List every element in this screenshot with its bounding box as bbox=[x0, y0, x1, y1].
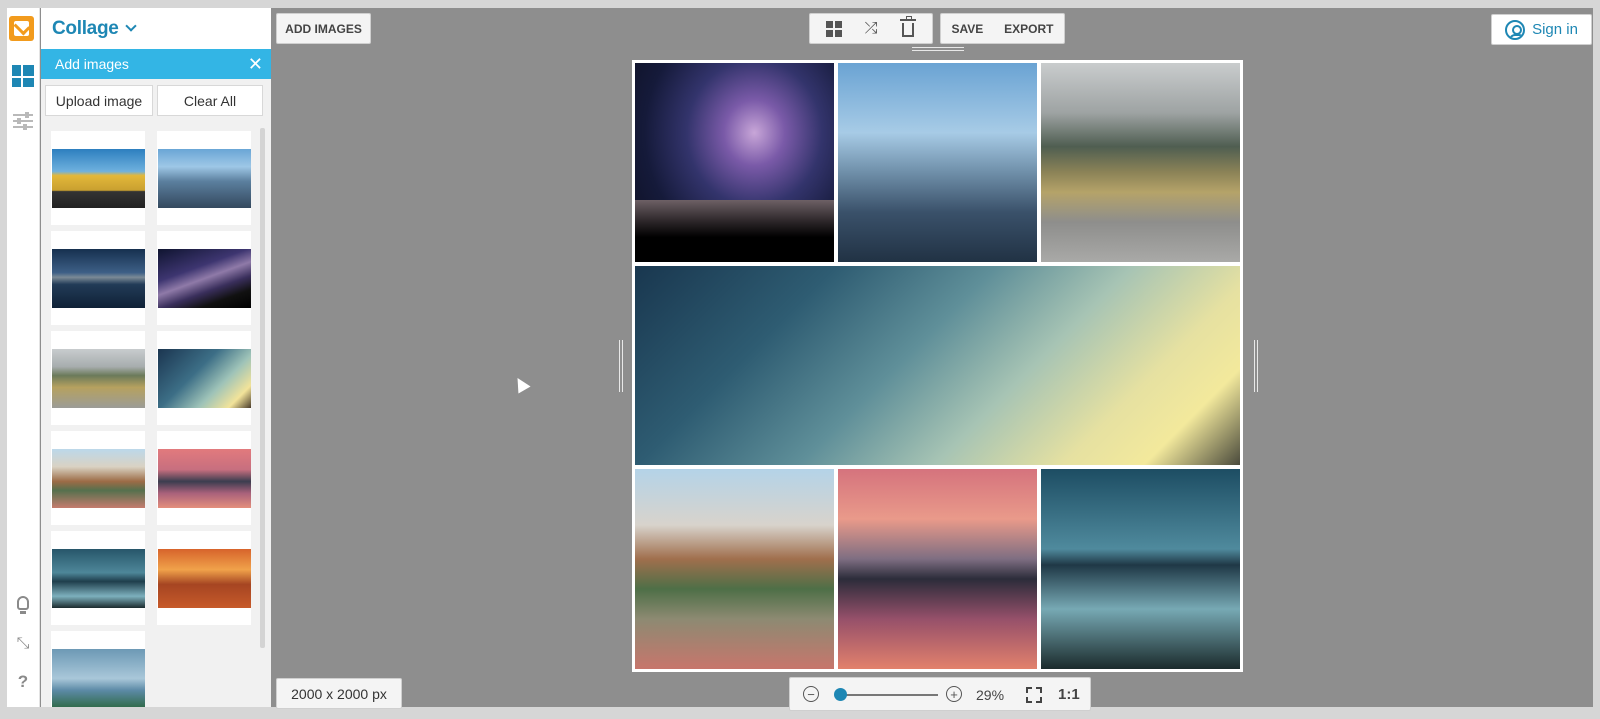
shrink-icon[interactable]: ⤡ bbox=[11, 632, 35, 656]
collage-cell-sky[interactable] bbox=[635, 266, 1240, 465]
thumbnail-image bbox=[51, 648, 145, 707]
zoom-slider-track[interactable] bbox=[838, 694, 938, 696]
fullscreen-icon[interactable] bbox=[1026, 687, 1042, 703]
layout-tools: ⤮ bbox=[809, 13, 933, 44]
canvas-resize-handle-top[interactable] bbox=[912, 47, 964, 51]
upload-image-button[interactable]: Upload image bbox=[45, 85, 153, 116]
thumbnail-calm-blue-lake[interactable] bbox=[51, 531, 145, 625]
thumbnail-image bbox=[157, 448, 251, 508]
app-logo-icon[interactable] bbox=[9, 16, 34, 41]
thumbnail-image bbox=[157, 548, 251, 608]
thumbnail-autumn-trees[interactable] bbox=[157, 531, 251, 625]
canvas-resize-handle-left[interactable] bbox=[619, 340, 623, 392]
thumbnail-image bbox=[51, 448, 145, 508]
thumbnail-foggy-road[interactable] bbox=[51, 331, 145, 425]
canvas-resize-handle-right[interactable] bbox=[1254, 340, 1258, 392]
mouse-cursor-icon bbox=[511, 374, 531, 394]
thumbnail-image bbox=[51, 148, 145, 208]
trash-icon[interactable] bbox=[896, 16, 920, 40]
thumbnail-scrollbar[interactable] bbox=[260, 128, 265, 648]
thumbnail-road-wheat-field[interactable] bbox=[51, 131, 145, 225]
zoom-out-icon[interactable]: − bbox=[803, 686, 819, 702]
user-icon bbox=[1505, 19, 1526, 40]
help-icon[interactable]: ? bbox=[11, 670, 35, 694]
sign-in-label: Sign in bbox=[1532, 21, 1578, 38]
app-title[interactable]: Collage bbox=[52, 18, 119, 40]
icon-rail: ⤡ ? bbox=[7, 8, 40, 707]
thumbnail-pink-sunset-lake[interactable] bbox=[157, 431, 251, 525]
cell-shading bbox=[635, 200, 834, 262]
add-images-header: Add images ✕ bbox=[41, 49, 271, 79]
zoom-in-icon[interactable]: + bbox=[946, 686, 962, 702]
canvas-size-button[interactable]: 2000 x 2000 px bbox=[276, 678, 402, 709]
thumbnail-image bbox=[157, 348, 251, 408]
collage-cell-pink-sunset[interactable] bbox=[838, 469, 1037, 669]
thumbnail-list[interactable] bbox=[41, 131, 264, 707]
actual-size-button[interactable]: 1:1 bbox=[1058, 686, 1080, 703]
thumbnail-green-lighthouse[interactable] bbox=[51, 631, 145, 707]
add-images-title: Add images bbox=[55, 56, 129, 72]
chevron-down-icon[interactable] bbox=[124, 20, 137, 32]
layout-grid-icon[interactable] bbox=[11, 64, 35, 88]
collage-cell-road[interactable] bbox=[1041, 63, 1240, 262]
thumbnail-image bbox=[51, 248, 145, 308]
collage-menu[interactable]: Collage bbox=[41, 8, 271, 49]
save-button[interactable]: SAVE bbox=[951, 22, 983, 36]
thumbnail-maroon-bells-lake[interactable] bbox=[51, 431, 145, 525]
zoom-controls: − + 29% 1:1 bbox=[789, 677, 1091, 711]
thumbnail-image bbox=[157, 148, 251, 208]
collage-cell-milky-way[interactable] bbox=[635, 63, 834, 262]
layout-grid-icon[interactable] bbox=[822, 18, 846, 40]
clear-all-button[interactable]: Clear All bbox=[157, 85, 263, 116]
add-images-button[interactable]: ADD IMAGES bbox=[276, 13, 371, 44]
lightbulb-icon[interactable] bbox=[11, 591, 35, 615]
adjustments-sliders-icon[interactable] bbox=[11, 109, 35, 133]
collage-canvas[interactable] bbox=[632, 60, 1243, 672]
collage-cell-blue-lake[interactable] bbox=[1041, 469, 1240, 669]
collage-cell-city[interactable] bbox=[838, 63, 1037, 262]
thumbnail-sunset-sky[interactable] bbox=[157, 331, 251, 425]
thumbnail-image bbox=[51, 548, 145, 608]
thumbnail-mountain-lake-night[interactable] bbox=[51, 231, 145, 325]
thumbnail-milky-way-mountains[interactable] bbox=[157, 231, 251, 325]
thumbnail-image bbox=[51, 348, 145, 408]
shuffle-icon[interactable]: ⤮ bbox=[859, 18, 883, 40]
sign-in-button[interactable]: Sign in bbox=[1491, 14, 1592, 45]
save-export-group: SAVE EXPORT bbox=[940, 13, 1065, 44]
export-button[interactable]: EXPORT bbox=[1004, 22, 1053, 36]
zoom-percent: 29% bbox=[976, 687, 1005, 703]
close-icon[interactable]: ✕ bbox=[248, 55, 263, 73]
zoom-slider-handle[interactable] bbox=[834, 688, 847, 701]
thumbnail-city-skyline[interactable] bbox=[157, 131, 251, 225]
collage-cell-maroon-bells[interactable] bbox=[635, 469, 834, 669]
thumbnail-image bbox=[157, 248, 251, 308]
images-panel: Collage Add images ✕ Upload image Clear … bbox=[41, 8, 271, 707]
